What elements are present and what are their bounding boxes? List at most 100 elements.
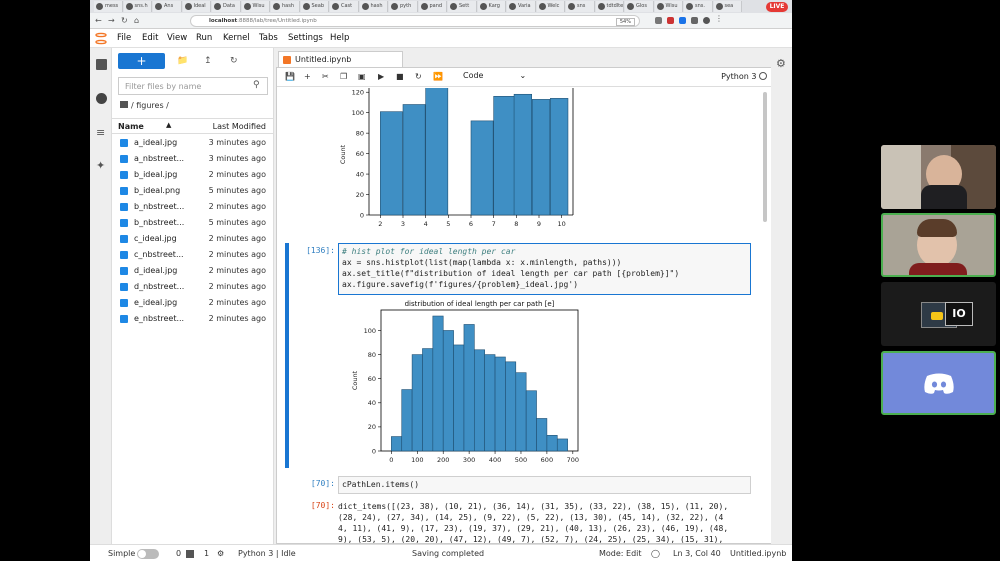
browser-tab[interactable]: Welc — [536, 1, 565, 12]
breadcrumb[interactable]: / figures / — [120, 101, 169, 110]
new-launcher-button[interactable]: + — [118, 53, 165, 69]
menu-settings[interactable]: Settings — [288, 33, 323, 43]
code-cell-editor[interactable]: # hist plot for ideal length per car ax =… — [338, 243, 751, 295]
name-column-header[interactable]: Name — [118, 122, 144, 131]
url-field[interactable]: localhost:8888/lab/tree/Untitled.ipynb 5… — [190, 15, 640, 27]
browser-tab[interactable]: Cast — [330, 1, 359, 12]
save-icon[interactable]: 💾 — [285, 72, 295, 81]
browser-tab[interactable]: Glos — [625, 1, 654, 12]
file-row[interactable]: b_ideal.png 5 minutes ago — [112, 183, 274, 199]
home-icon[interactable]: ⌂ — [134, 16, 139, 25]
file-browser-panel: + 📁 ↥ ↻ Filter files by name ⚲ / figures… — [112, 48, 274, 544]
add-cell-icon[interactable]: + — [304, 72, 311, 81]
extension-icon[interactable] — [655, 17, 662, 24]
histogram-bar — [531, 99, 551, 216]
forward-icon[interactable]: → — [108, 16, 115, 25]
browser-tab[interactable]: Ideal — [182, 1, 211, 12]
file-row[interactable]: b_ideal.jpg 2 minutes ago — [112, 167, 274, 183]
new-folder-icon[interactable]: 📁 — [177, 56, 188, 66]
cursor-position[interactable]: Ln 3, Col 40 — [673, 549, 721, 558]
notebook-tab[interactable]: Untitled.ipynb — [278, 51, 403, 67]
browser-tab[interactable]: Wisu — [654, 1, 683, 12]
browser-tab[interactable]: mess — [94, 1, 123, 12]
kernel-status[interactable]: Python 3 | Idle — [238, 549, 296, 558]
browser-tab[interactable]: hash — [359, 1, 388, 12]
avatar-icon[interactable] — [703, 17, 710, 24]
file-modified: 5 minutes ago — [208, 186, 266, 195]
fast-forward-icon[interactable]: ⏩ — [433, 72, 443, 81]
browser-tab[interactable]: Sett — [448, 1, 477, 12]
file-row[interactable]: e_nbstreet... 2 minutes ago — [112, 311, 274, 327]
menu-file[interactable]: File — [117, 33, 131, 43]
restart-icon[interactable]: ↻ — [415, 72, 422, 81]
file-row[interactable]: b_nbstreet... 2 minutes ago — [112, 199, 274, 215]
video-tile-2[interactable] — [881, 213, 996, 277]
cell-type-select[interactable]: Code ⌄ — [463, 71, 526, 80]
chevron-down-icon: ⌄ — [519, 71, 527, 80]
browser-tab[interactable]: sea — [713, 1, 742, 12]
back-icon[interactable]: ← — [95, 16, 102, 25]
browser-tab[interactable]: sns.h — [123, 1, 152, 12]
menu-edit[interactable]: Edit — [142, 33, 158, 43]
code-cell-editor[interactable]: cPathLen.items() — [338, 476, 751, 494]
upload-icon[interactable]: ↥ — [204, 56, 212, 66]
notebook-scrollbar[interactable] — [763, 92, 767, 222]
browser-tab[interactable]: Wisu — [241, 1, 270, 12]
tab-favicon-icon — [184, 3, 192, 10]
file-row[interactable]: c_ideal.jpg 2 minutes ago — [112, 231, 274, 247]
file-row[interactable]: b_nbstreet... 5 minutes ago — [112, 215, 274, 231]
terminal-count: 0 — [176, 549, 182, 558]
file-row[interactable]: a_ideal.jpg 3 minutes ago — [112, 135, 274, 151]
menu-help[interactable]: Help — [330, 33, 349, 43]
file-row[interactable]: d_ideal.jpg 2 minutes ago — [112, 263, 274, 279]
modified-column-header[interactable]: Last Modified — [213, 122, 266, 131]
video-tile-3[interactable]: IO — [881, 282, 996, 346]
filter-files-input[interactable]: Filter files by name — [118, 77, 268, 95]
zoom-indicator[interactable]: 54% — [615, 18, 635, 26]
extension-icon[interactable] — [679, 17, 686, 24]
reload-icon[interactable]: ↻ — [121, 16, 128, 25]
run-icon[interactable]: ▶ — [378, 72, 384, 81]
simple-mode-toggle[interactable] — [137, 549, 159, 559]
browser-tab[interactable]: sns. — [684, 1, 713, 12]
cut-icon[interactable]: ✂ — [322, 72, 329, 81]
menu-kernel[interactable]: Kernel — [223, 33, 250, 43]
tab-favicon-icon — [420, 3, 428, 10]
menu-view[interactable]: View — [167, 33, 187, 43]
browser-tab-label: Sett — [459, 3, 470, 9]
refresh-icon[interactable]: ↻ — [230, 56, 238, 66]
kernel-count: 1 — [204, 549, 210, 558]
file-row[interactable]: a_nbstreet... 3 minutes ago — [112, 151, 274, 167]
browser-tab[interactable]: hash — [271, 1, 300, 12]
tab-favicon-icon — [332, 3, 339, 10]
folder-icon[interactable] — [96, 59, 107, 70]
gear-icon[interactable]: ⚙ — [776, 57, 786, 70]
puzzle-icon[interactable] — [691, 17, 698, 24]
browser-tab[interactable]: Karg — [477, 1, 506, 12]
shield-icon[interactable] — [667, 17, 674, 24]
stop-icon[interactable]: ■ — [396, 72, 404, 81]
browser-tab[interactable]: Ans — [153, 1, 182, 12]
paste-icon[interactable]: ▣ — [358, 72, 366, 81]
toc-icon[interactable]: ≡ — [96, 127, 107, 138]
copy-icon[interactable]: ❐ — [340, 72, 347, 81]
puzzle-icon[interactable]: ✦ — [96, 160, 107, 171]
file-row[interactable]: c_nbstreet... 2 minutes ago — [112, 247, 274, 263]
file-row[interactable]: e_ideal.jpg 2 minutes ago — [112, 295, 274, 311]
browser-tab[interactable]: Varia — [507, 1, 536, 12]
file-row[interactable]: d_nbstreet... 2 minutes ago — [112, 279, 274, 295]
video-tile-discord[interactable] — [881, 351, 996, 415]
browser-tab[interactable]: Seab — [300, 1, 329, 12]
video-tile-1[interactable] — [881, 145, 996, 209]
browser-tab[interactable]: tdtdlte — [595, 1, 624, 12]
kernel-indicator[interactable]: Python 3 — [721, 72, 767, 81]
browser-tab[interactable]: pand — [418, 1, 447, 12]
menu-dots-icon[interactable]: ⋮ — [715, 14, 723, 23]
file-modified: 3 minutes ago — [208, 154, 266, 163]
browser-tab[interactable]: pyth — [389, 1, 418, 12]
running-icon[interactable] — [96, 93, 107, 104]
browser-tab[interactable]: sns — [566, 1, 595, 12]
menu-tabs[interactable]: Tabs — [259, 33, 278, 43]
browser-tab[interactable]: Data — [212, 1, 241, 12]
menu-run[interactable]: Run — [196, 33, 212, 43]
